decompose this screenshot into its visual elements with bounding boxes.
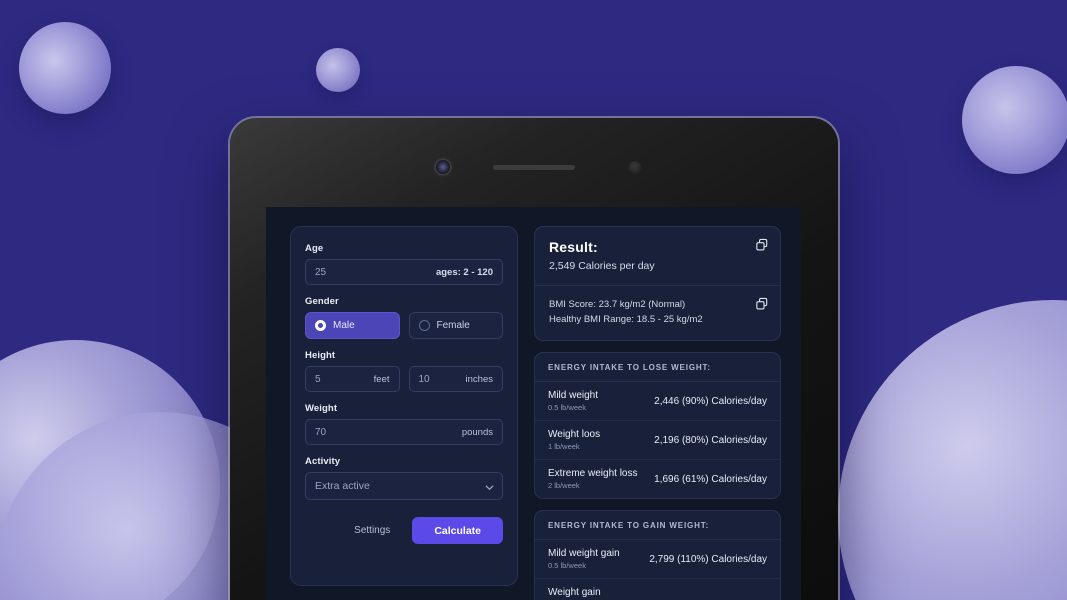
table-row: Extreme weight loss 2 lb/week 1,696 (61%… [535, 459, 780, 498]
copy-icon-result[interactable] [755, 238, 769, 252]
row-label: Extreme weight loss [548, 468, 638, 480]
tablet-screen: Age 25 ages: 2 - 120 Gender Male Female [266, 207, 801, 600]
input-form-card: Age 25 ages: 2 - 120 Gender Male Female [290, 226, 518, 586]
result-bmi-block: BMI Score: 23.7 kg/m2 (Normal) Healthy B… [535, 285, 780, 340]
results-column: Result: 2,549 Calories per day BMI Score… [534, 226, 781, 600]
result-calories: 2,549 Calories per day [549, 260, 655, 272]
tablet-device-frame: Age 25 ages: 2 - 120 Gender Male Female [230, 118, 838, 600]
result-panel: Result: 2,549 Calories per day BMI Score… [534, 226, 781, 342]
height-inputs: 5 feet 10 inches [305, 366, 503, 392]
age-range-hint: ages: 2 - 120 [435, 266, 493, 278]
sensor-icon [628, 161, 642, 174]
calorie-calculator-app: Age 25 ages: 2 - 120 Gender Male Female [266, 207, 801, 600]
height-feet-input[interactable]: 5 feet [305, 366, 400, 392]
row-value: 2,446 (90%) Calories/day [654, 395, 767, 407]
decorative-sphere-top-right [962, 66, 1067, 174]
weight-value: 70 [315, 426, 327, 438]
weight-label: Weight [305, 403, 338, 414]
bmi-range: Healthy BMI Range: 18.5 - 25 kg/m2 [549, 313, 703, 325]
height-inches-unit: inches [465, 373, 493, 385]
age-input[interactable]: 25 ages: 2 - 120 [305, 259, 503, 285]
height-feet-unit: feet [373, 373, 390, 385]
row-label: Mild weight gain [548, 548, 620, 560]
table-row: Weight loos 1 lb/week 2,196 (80%) Calori… [535, 420, 780, 459]
activity-select[interactable]: Extra active [305, 472, 503, 500]
height-inches-value: 10 [418, 373, 430, 385]
gender-radio-group: Male Female [305, 312, 503, 339]
row-value: 1,696 (61%) Calories/day [654, 473, 767, 485]
lose-weight-header: ENERGY INTAKE TO LOSE WEIGHT: [535, 353, 780, 383]
gender-option-male[interactable]: Male [305, 312, 400, 339]
camera-icon [436, 160, 450, 174]
gain-weight-panel: ENERGY INTAKE TO GAIN WEIGHT: Mild weigh… [534, 510, 781, 600]
row-value: 2,799 (110%) Calories/day [649, 553, 767, 565]
chevron-down-icon [484, 482, 494, 491]
height-label: Height [305, 350, 336, 361]
lose-weight-panel: ENERGY INTAKE TO LOSE WEIGHT: Mild weigh… [534, 352, 781, 500]
table-row: Mild weight gain 0.5 lb/week 2,799 (110%… [535, 540, 780, 578]
result-summary-block: Result: 2,549 Calories per day [535, 227, 780, 285]
decorative-sphere-top-left [19, 22, 111, 114]
settings-button[interactable]: Settings [346, 519, 398, 542]
radio-icon-male [315, 320, 326, 331]
gender-male-label: Male [333, 320, 355, 331]
row-sublabel: 2 lb/week [548, 481, 580, 491]
weight-input[interactable]: 70 pounds [305, 419, 503, 445]
height-feet-value: 5 [315, 373, 321, 385]
result-title: Result: [549, 239, 598, 255]
weight-unit: pounds [461, 426, 493, 438]
table-row: Mild weight 0.5 lb/week 2,446 (90%) Calo… [535, 382, 780, 420]
row-label: Weight gain [548, 587, 601, 599]
gender-label: Gender [305, 296, 339, 307]
gender-female-label: Female [436, 320, 470, 331]
row-label: Mild weight [548, 390, 599, 402]
copy-icon-bmi[interactable] [755, 297, 769, 311]
row-sublabel: 0.5 lb/week [548, 403, 586, 413]
calculate-button[interactable]: Calculate [412, 517, 503, 544]
form-actions: Settings Calculate [305, 517, 503, 544]
gain-weight-header: ENERGY INTAKE TO GAIN WEIGHT: [535, 511, 780, 541]
activity-value: Extra active [315, 480, 370, 492]
decorative-sphere-top-center [316, 48, 360, 92]
activity-label: Activity [305, 456, 341, 467]
decorative-sphere-bottom-right [838, 300, 1067, 600]
row-sublabel: 0.5 lb/week [548, 561, 586, 571]
row-sublabel: 1 lb/week [548, 442, 580, 452]
table-row: Weight gain 1 lb/week [535, 578, 780, 600]
age-label: Age [305, 243, 324, 254]
tablet-bezel-top [230, 118, 838, 206]
speaker-grille [493, 165, 575, 170]
bmi-score: BMI Score: 23.7 kg/m2 (Normal) [549, 299, 686, 310]
radio-icon-female [418, 320, 430, 331]
height-inches-input[interactable]: 10 inches [408, 366, 503, 392]
row-value: 2,196 (80%) Calories/day [654, 434, 767, 446]
age-value: 25 [315, 266, 327, 278]
row-label: Weight loos [548, 429, 601, 441]
gender-option-female[interactable]: Female [408, 312, 503, 339]
